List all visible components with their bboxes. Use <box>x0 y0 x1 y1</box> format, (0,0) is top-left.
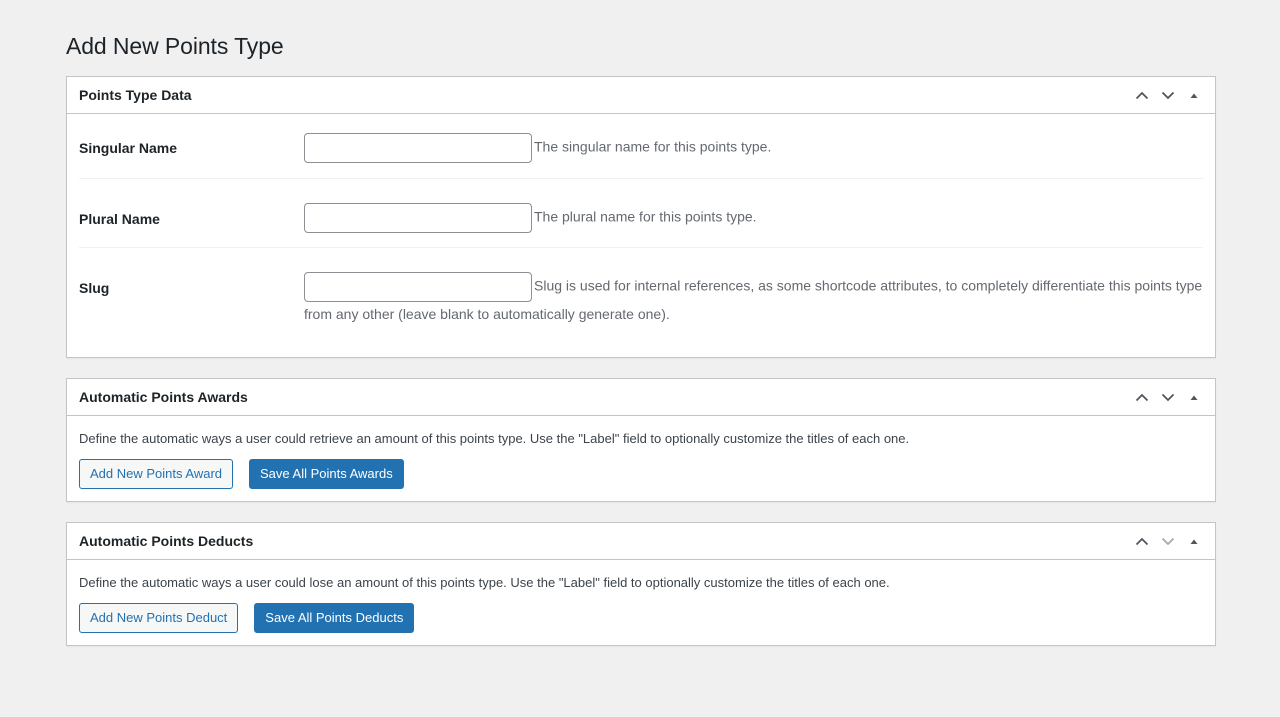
move-up-button[interactable] <box>1129 82 1155 108</box>
field-row-slug: Slug Slug is used for internal reference… <box>79 248 1203 358</box>
triangle-up-icon <box>1190 539 1198 544</box>
field-label: Plural Name <box>79 211 160 227</box>
field-label: Singular Name <box>79 140 178 156</box>
awards-description: Define the automatic ways a user could r… <box>79 431 910 446</box>
field-label: Slug <box>79 280 110 296</box>
chevron-down-icon <box>1161 537 1175 545</box>
postbox-header: Automatic Points Awards <box>67 379 1215 416</box>
toggle-panel-button[interactable] <box>1181 528 1207 554</box>
save-all-points-awards-button[interactable]: Save All Points Awards <box>249 459 404 489</box>
automatic-points-deducts-box: Automatic Points Deducts Define the auto… <box>66 522 1216 646</box>
points-type-fields: Singular Name The singular name for this… <box>67 114 1215 358</box>
points-type-data-box: Points Type Data Singular Name The singu… <box>66 76 1216 358</box>
deducts-description: Define the automatic ways a user could l… <box>79 575 890 590</box>
toggle-panel-button[interactable] <box>1181 82 1207 108</box>
postbox-title: Points Type Data <box>79 87 192 103</box>
chevron-up-icon <box>1135 393 1149 401</box>
awards-inside: Define the automatic ways a user could r… <box>67 416 1215 500</box>
field-body: The plural name for this points type. <box>304 179 1203 247</box>
field-description: The plural name for this points type. <box>534 208 757 225</box>
awards-actions: Add New Points Award Save All Points Awa… <box>79 459 1203 500</box>
add-new-points-award-button[interactable]: Add New Points Award <box>79 459 233 489</box>
add-new-points-deduct-button[interactable]: Add New Points Deduct <box>79 603 239 633</box>
field-row-plural-name: Plural Name The plural name for this poi… <box>79 179 1203 248</box>
field-description: The singular name for this points type. <box>534 138 772 155</box>
toggle-panel-button[interactable] <box>1181 384 1207 410</box>
deducts-inside: Define the automatic ways a user could l… <box>67 560 1215 644</box>
postbox-title: Automatic Points Awards <box>79 389 248 405</box>
chevron-down-icon <box>1161 91 1175 99</box>
deducts-actions: Add New Points Deduct Save All Points De… <box>79 603 1203 644</box>
save-all-points-deducts-button[interactable]: Save All Points Deducts <box>254 603 415 633</box>
chevron-up-icon <box>1135 537 1149 545</box>
handle-actions <box>1129 528 1207 554</box>
plural-name-input[interactable] <box>304 203 532 233</box>
triangle-up-icon <box>1190 395 1198 400</box>
slug-input[interactable] <box>304 272 532 302</box>
move-down-button[interactable] <box>1155 384 1181 410</box>
move-down-button[interactable] <box>1155 82 1181 108</box>
move-down-button[interactable] <box>1155 528 1181 554</box>
move-up-button[interactable] <box>1129 384 1155 410</box>
field-row-singular-name: Singular Name The singular name for this… <box>79 114 1203 179</box>
handle-actions <box>1129 82 1207 108</box>
page-title: Add New Points Type <box>66 33 284 59</box>
postbox-title: Automatic Points Deducts <box>79 533 254 549</box>
triangle-up-icon <box>1190 93 1198 98</box>
field-body: The singular name for this points type. <box>304 114 1203 178</box>
handle-actions <box>1129 384 1207 410</box>
singular-name-input[interactable] <box>304 133 532 163</box>
automatic-points-awards-box: Automatic Points Awards Define the autom… <box>66 378 1216 502</box>
chevron-up-icon <box>1135 91 1149 99</box>
move-up-button[interactable] <box>1129 528 1155 554</box>
postbox-header: Automatic Points Deducts <box>67 523 1215 560</box>
postbox-header: Points Type Data <box>67 77 1215 114</box>
field-body: Slug is used for internal references, as… <box>304 248 1203 358</box>
chevron-down-icon <box>1161 393 1175 401</box>
